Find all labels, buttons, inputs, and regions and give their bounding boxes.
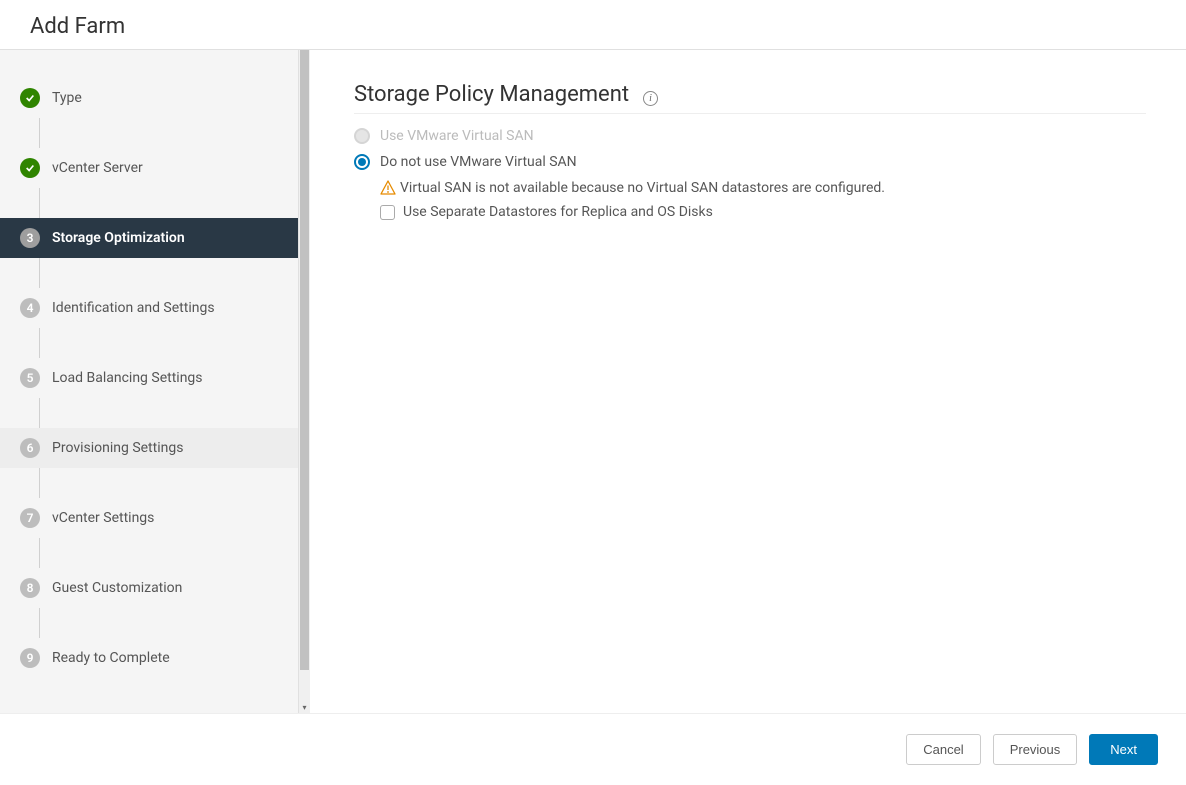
check-icon (20, 158, 40, 178)
step-number-badge: 3 (20, 228, 40, 248)
footer: Cancel Previous Next (0, 713, 1186, 785)
checkbox-label: Use Separate Datastores for Replica and … (403, 204, 713, 220)
step-load-balancing-settings[interactable]: 5 Load Balancing Settings (0, 358, 298, 398)
step-connector (39, 258, 40, 288)
step-label: Load Balancing Settings (52, 370, 203, 386)
radio-use-vsan: Use VMware Virtual SAN (354, 128, 1146, 144)
step-number-badge: 9 (20, 648, 40, 668)
step-connector (39, 188, 40, 218)
radio-do-not-use-vsan[interactable]: Do not use VMware Virtual SAN (354, 154, 1146, 170)
step-guest-customization[interactable]: 8 Guest Customization (0, 568, 298, 608)
step-vcenter-server[interactable]: vCenter Server (0, 148, 298, 188)
step-label: vCenter Server (52, 160, 143, 176)
wizard-sidebar: Type vCenter Server 3 Storage Optimizati… (0, 50, 310, 713)
step-connector (39, 118, 40, 148)
step-label: Identification and Settings (52, 300, 215, 316)
step-number-badge: 4 (20, 298, 40, 318)
next-button[interactable]: Next (1089, 734, 1158, 765)
step-label: vCenter Settings (52, 510, 154, 526)
main-content: Storage Policy Management i Use VMware V… (310, 50, 1186, 713)
step-number-badge: 7 (20, 508, 40, 528)
cancel-button[interactable]: Cancel (906, 734, 980, 765)
vsan-warning: Virtual SAN is not available because no … (380, 180, 1146, 196)
sidebar-scrollbar[interactable]: ▾ (298, 50, 310, 713)
radio-label: Do not use VMware Virtual SAN (380, 154, 577, 170)
scrollbar-thumb[interactable] (300, 50, 309, 670)
step-label: Ready to Complete (52, 650, 170, 666)
step-ready-to-complete[interactable]: 9 Ready to Complete (0, 638, 298, 678)
separate-datastores-checkbox-row[interactable]: Use Separate Datastores for Replica and … (380, 204, 1146, 220)
step-number-badge: 8 (20, 578, 40, 598)
step-vcenter-settings[interactable]: 7 vCenter Settings (0, 498, 298, 538)
step-identification-settings[interactable]: 4 Identification and Settings (0, 288, 298, 328)
step-connector (39, 608, 40, 638)
radio-icon[interactable] (354, 154, 370, 170)
step-connector (39, 328, 40, 358)
step-connector (39, 468, 40, 498)
step-connector (39, 398, 40, 428)
step-label: Guest Customization (52, 580, 182, 596)
previous-button[interactable]: Previous (993, 734, 1078, 765)
vsan-radio-group: Use VMware Virtual SAN Do not use VMware… (354, 128, 1146, 220)
warning-text: Virtual SAN is not available because no … (400, 180, 885, 196)
radio-icon (354, 128, 370, 144)
header: Add Farm (0, 0, 1186, 50)
step-label: Provisioning Settings (52, 440, 183, 456)
step-type[interactable]: Type (0, 78, 298, 118)
info-icon[interactable]: i (643, 91, 658, 106)
step-number-badge: 5 (20, 368, 40, 388)
section-title: Storage Policy Management (354, 82, 629, 107)
step-connector (39, 538, 40, 568)
radio-label: Use VMware Virtual SAN (380, 128, 534, 144)
step-storage-optimization[interactable]: 3 Storage Optimization (0, 218, 298, 258)
step-label: Type (52, 90, 82, 106)
step-provisioning-settings[interactable]: 6 Provisioning Settings (0, 428, 298, 468)
step-number-badge: 6 (20, 438, 40, 458)
check-icon (20, 88, 40, 108)
page-title: Add Farm (30, 14, 1156, 39)
chevron-down-icon[interactable]: ▾ (299, 701, 310, 713)
checkbox-icon[interactable] (380, 205, 395, 220)
warning-icon (380, 180, 396, 196)
step-label: Storage Optimization (52, 230, 185, 246)
